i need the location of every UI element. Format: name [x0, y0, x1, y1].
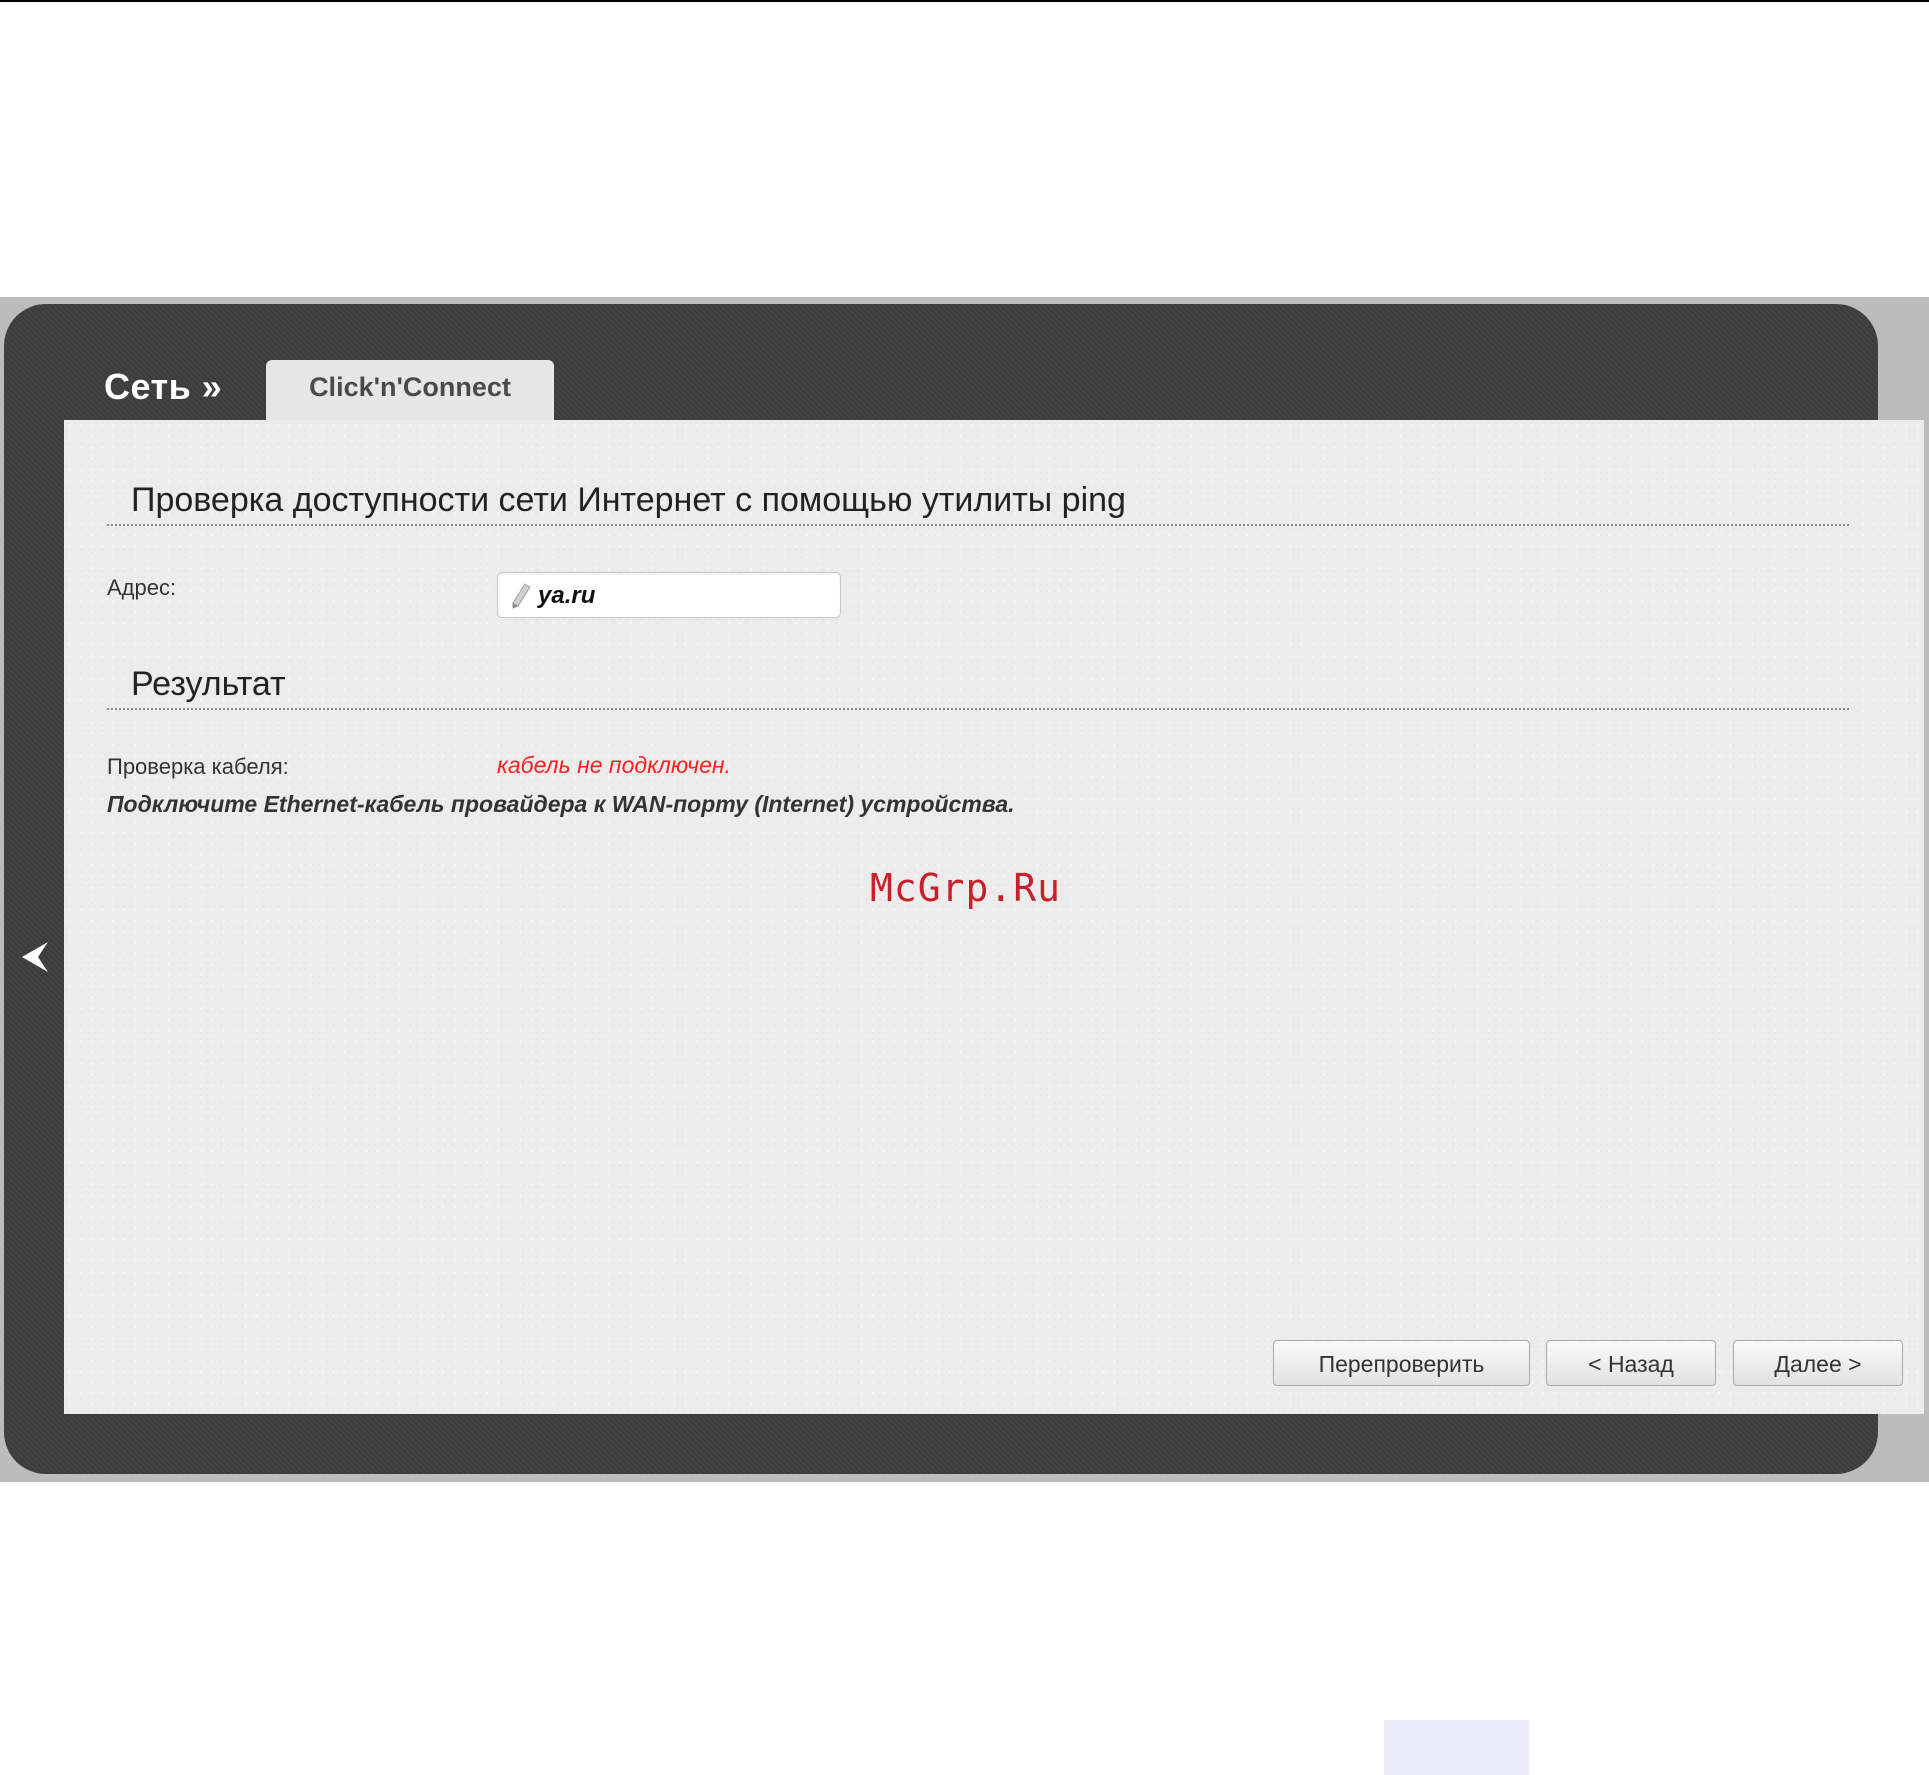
- ping-section-title: Проверка доступности сети Интернет с пом…: [131, 481, 1126, 519]
- content-panel: [64, 420, 1924, 1414]
- top-rule: [0, 0, 1929, 2]
- breadcrumb[interactable]: Сеть »: [104, 366, 222, 408]
- recheck-button[interactable]: Перепроверить: [1273, 1340, 1530, 1386]
- chevron-left-icon[interactable]: [20, 940, 50, 974]
- tab-click-n-connect[interactable]: Click'n'Connect: [266, 360, 554, 422]
- pencil-icon: [510, 582, 532, 610]
- cable-check-status: кабель не подключен.: [497, 752, 731, 778]
- divider: [107, 524, 1849, 526]
- result-section-title: Результат: [131, 665, 286, 703]
- watermark: McGrp.Ru: [870, 866, 1062, 910]
- next-button[interactable]: Далее >: [1733, 1340, 1903, 1386]
- cable-check-label: Проверка кабеля:: [107, 754, 289, 779]
- divider: [107, 708, 1849, 710]
- address-label: Адрес:: [107, 575, 177, 600]
- back-button[interactable]: < Назад: [1546, 1340, 1716, 1386]
- address-input[interactable]: ya.ru: [497, 572, 841, 618]
- corner-box: [1384, 1720, 1529, 1775]
- instruction-text: Подключите Ethernet-кабель провайдера к …: [107, 791, 1015, 817]
- address-value: ya.ru: [538, 582, 596, 609]
